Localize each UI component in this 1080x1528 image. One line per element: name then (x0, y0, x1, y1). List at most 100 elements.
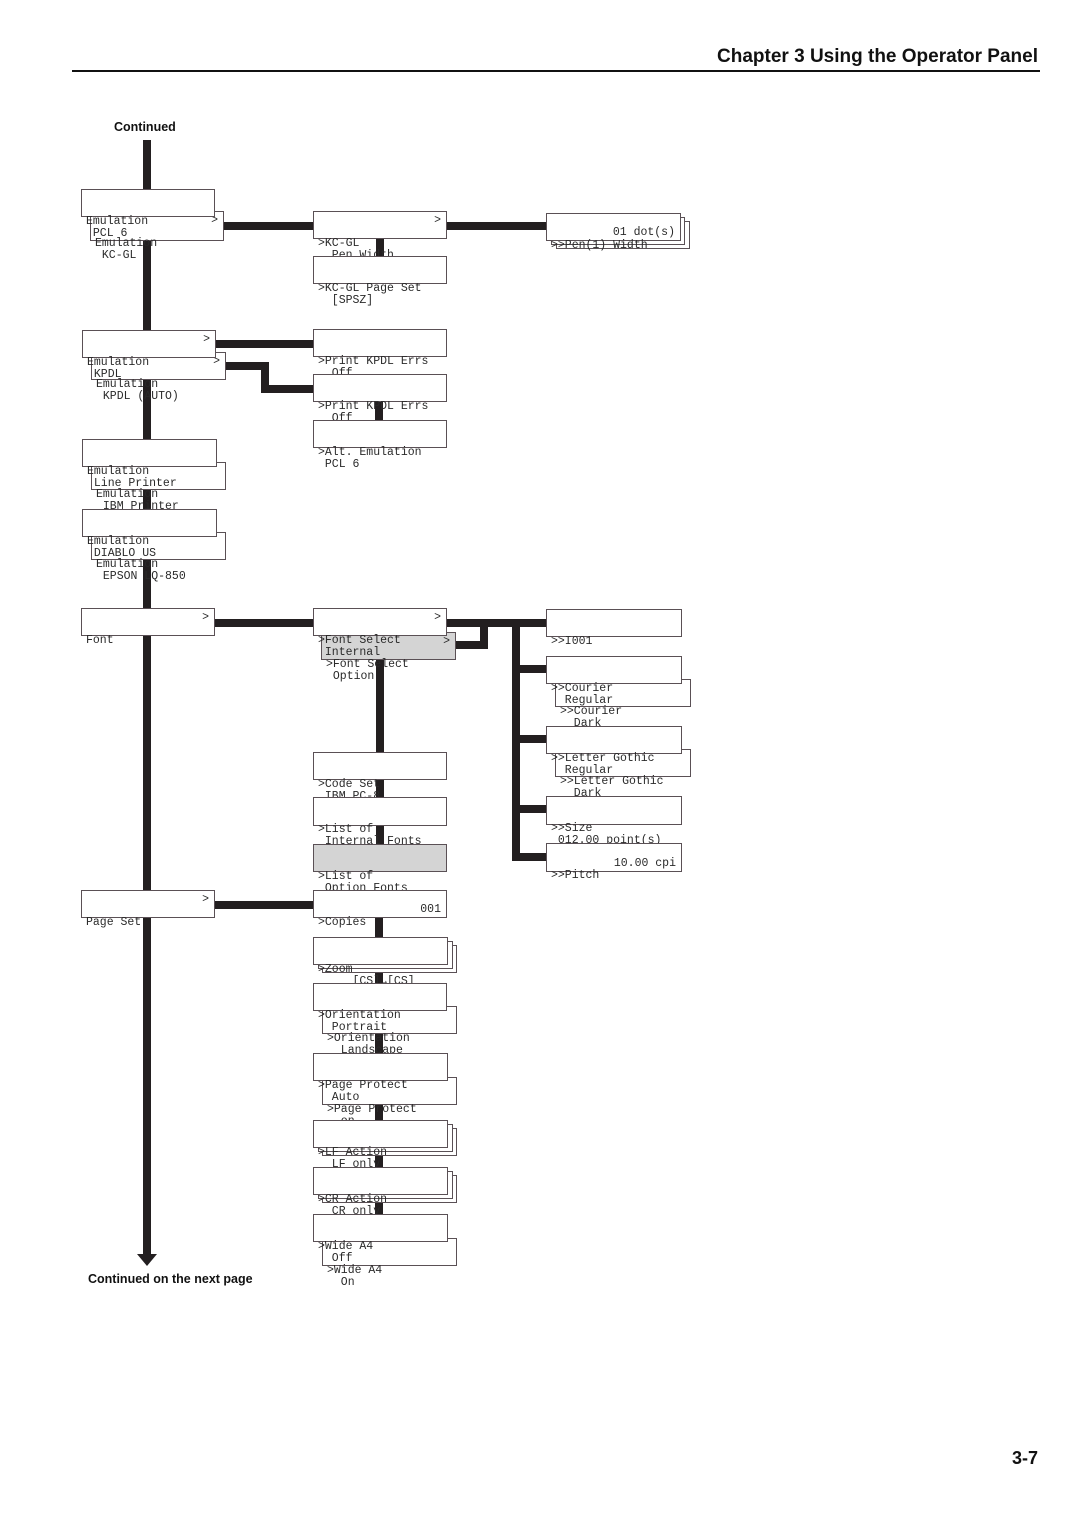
header-rule (72, 70, 1040, 72)
box-line-1: Emulation (86, 215, 149, 228)
menu-box-emulation-pcl6: Emulation PCL 6 (81, 189, 215, 239)
box-line-1: >Print KPDL Errs (318, 355, 429, 368)
menu-box-font: Font > (81, 608, 215, 646)
box-line-2: PCL 6 (318, 457, 360, 471)
menu-box-letter-gothic-regular: >>Letter Gothic Regular (546, 726, 682, 776)
menu-box-kcgl-page-set: >KC-GL Page Set [SPSZ] (313, 256, 447, 306)
box-line-2: KC-GL (95, 248, 137, 262)
menu-box-size: >>Size 012.00 point(s) (546, 796, 682, 846)
box-line-2: On (327, 1275, 355, 1289)
box-line-1: >List of (318, 823, 374, 836)
box-line-1: Emulation (87, 535, 150, 548)
box-line-2: KPDL (AUTO) (96, 389, 179, 403)
box-line-1: Emulation (87, 465, 150, 478)
menu-box-pen1-width: >>Pen(1) Width 01 dot(s) (546, 213, 681, 251)
box-line-2: Off (318, 1251, 353, 1265)
box-line-1: >>Letter Gothic (551, 752, 655, 765)
box-line-1: >Zoom (318, 963, 353, 976)
box-value: 001 (420, 902, 441, 916)
menu-box-courier-regular: >>Courier Regular (546, 656, 682, 706)
box-line-1: >>Pen(1) Width (551, 239, 648, 252)
box-line-1: >KC-GL Page Set (318, 282, 422, 295)
connector-courier (512, 665, 548, 673)
connector-kpdl (214, 340, 314, 348)
menu-box-copies: >Copies 001 (313, 890, 447, 928)
box-line-1: >>Courier (551, 682, 614, 695)
menu-box-list-internal-fonts: >List of Internal Fonts (313, 797, 447, 847)
connector-page-set (214, 901, 314, 909)
box-line-2: Line Printer (87, 476, 177, 490)
down-arrow-icon (137, 1254, 157, 1266)
box-line-1: >Code Set (318, 778, 381, 791)
box-line-1: >Wide A4 (318, 1240, 374, 1253)
main-trunk-line (143, 140, 151, 1255)
connector-font (214, 619, 314, 627)
box-line-2: EPSON LQ-850 (96, 569, 186, 583)
box-line-1: >Copies (318, 916, 367, 929)
box-line-1: >Orientation (318, 1009, 401, 1022)
chevron-right-icon: > (434, 611, 441, 624)
box-value: 10.00 cpi (613, 856, 676, 870)
box-line-1: >KC-GL (318, 237, 360, 250)
menu-box-page-protect-auto: >Page Protect Auto (313, 1053, 448, 1103)
menu-box-page-set: Page Set > (81, 890, 215, 928)
box-line-1: >>Pitch (551, 869, 600, 882)
box-line-2: KPDL (87, 367, 122, 381)
connector-letter-gothic (512, 735, 548, 743)
connector-kpdl-auto-c (261, 385, 314, 393)
menu-box-alt-emulation: >Alt. Emulation PCL 6 (313, 420, 447, 470)
box-line-2: Internal (318, 645, 381, 659)
box-line-2: DIABLO US (87, 546, 157, 560)
chapter-title: Chapter 3 Using the Operator Panel (717, 46, 1038, 67)
page-number: 3-7 (1011, 1448, 1038, 1468)
box-line-2: Option (326, 669, 375, 683)
menu-box-pitch: >>Pitch 10.00 cpi (546, 843, 682, 881)
menu-box-zoom: >Zoom [CS]→[CS] (313, 937, 448, 987)
box-line-2: Regular (551, 763, 614, 777)
box-line-2: Auto (318, 1090, 360, 1104)
chevron-right-icon: > (202, 893, 209, 906)
menu-box-cr-action: >CR Action CR only (313, 1167, 448, 1217)
menu-box-emulation-line-printer: Emulation Line Printer (82, 439, 217, 489)
connector-size (512, 805, 548, 813)
menu-box-emulation-diablo: Emulation DIABLO US (82, 509, 217, 559)
box-line-1: >Font Select (318, 634, 401, 647)
box-line-1: >LF Action (318, 1146, 388, 1159)
chevron-right-icon: > (202, 611, 209, 624)
box-line-1: >List of (318, 870, 374, 883)
box-line-2: PCL 6 (86, 226, 128, 240)
menu-box-print-kpdl-errs-auto: >Print KPDL Errs Off (313, 374, 447, 424)
menu-box-lf-action: >LF Action LF only (313, 1120, 448, 1170)
menu-box-print-kpdl-errs: >Print KPDL Errs Off (313, 329, 447, 379)
box-line-1: Page Set (86, 916, 142, 929)
continued-label: Continued (114, 120, 176, 134)
menu-box-code-set: >Code Set IBM PC-8 (313, 752, 447, 802)
connector-kcgl (223, 222, 315, 230)
menu-box-kcgl-pen-width: >KC-GL Pen Width > (313, 211, 447, 261)
menu-box-i001: >>I001 (546, 609, 682, 647)
box-line-1: Font (86, 634, 114, 647)
continued-next-label: Continued on the next page (88, 1272, 253, 1286)
menu-box-font-select-internal: >Font Select Internal > (313, 608, 447, 658)
connector-font-option-b (480, 619, 488, 649)
box-line-2: Portrait (318, 1020, 388, 1034)
box-line-2: [SPSZ] (318, 293, 374, 307)
chevron-right-icon: > (203, 333, 210, 346)
connector-pitch (512, 853, 548, 861)
box-line-2: Regular (551, 693, 614, 707)
box-line-1: >CR Action (318, 1193, 388, 1206)
box-line-1: >Print KPDL Errs (318, 400, 429, 413)
box-line-1: >Page Protect (318, 1079, 408, 1092)
menu-box-wide-a4-off: >Wide A4 Off (313, 1214, 448, 1264)
box-line-1: >>Size (551, 822, 593, 835)
connector-pen-width (446, 222, 548, 230)
menu-box-list-option-fonts: >List of Option Fonts (313, 844, 447, 894)
menu-box-emulation-kpdl: Emulation KPDL > (82, 330, 216, 380)
menu-box-orientation-portrait: >Orientation Portrait (313, 983, 447, 1033)
connector-font-select (446, 619, 548, 627)
chevron-right-icon: > (434, 214, 441, 227)
box-line-1: >>I001 (551, 635, 593, 648)
box-line-1: >Alt. Emulation (318, 446, 422, 459)
box-line-1: Emulation (87, 356, 150, 369)
box-value: 01 dot(s) (612, 225, 675, 239)
